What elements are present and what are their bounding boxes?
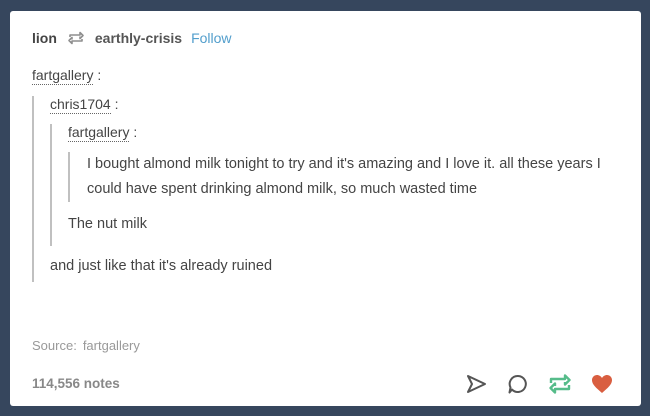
thread-colon-3: :	[133, 124, 138, 140]
post-source: Source: fartgallery	[32, 338, 140, 353]
thread-message-1: I bought almond milk tonight to try and …	[87, 156, 601, 197]
heart-icon[interactable]	[590, 372, 614, 396]
reply-icon[interactable]	[506, 372, 530, 396]
blockquote-level-3: I bought almond milk tonight to try and …	[68, 152, 622, 202]
thread-user-2[interactable]: chris1704	[50, 96, 111, 114]
thread-user-3[interactable]: fartgallery	[68, 124, 130, 142]
source-link[interactable]: fartgallery	[83, 338, 140, 353]
post-body: fartgallery : chris1704 : fartgallery : …	[32, 67, 622, 282]
reblogged-from-link[interactable]: earthly-crisis	[95, 30, 182, 46]
blockquote-level-2: fartgallery : I bought almond milk tonig…	[50, 124, 622, 246]
follow-button[interactable]: Follow	[191, 30, 231, 46]
blockquote-level-1: chris1704 : fartgallery : I bought almon…	[32, 96, 622, 282]
reblog-icon	[67, 31, 85, 45]
post-actions	[446, 372, 614, 396]
author-link[interactable]: lion	[32, 30, 57, 46]
post-card: lion earthly-crisis Follow fartgallery :…	[10, 11, 641, 406]
thread-user-1[interactable]: fartgallery	[32, 67, 94, 85]
source-label: Source:	[32, 338, 77, 353]
notes-count[interactable]: 114,556 notes	[32, 376, 120, 391]
post-header: lion earthly-crisis Follow	[32, 29, 232, 47]
thread-message-3: and just like that it's already ruined	[50, 258, 273, 274]
reblog-action-icon[interactable]	[548, 372, 572, 396]
thread-message-2: The nut milk	[68, 216, 147, 232]
thread-colon-2: :	[114, 96, 119, 112]
thread-colon-1: :	[97, 67, 102, 83]
share-icon[interactable]	[464, 372, 488, 396]
